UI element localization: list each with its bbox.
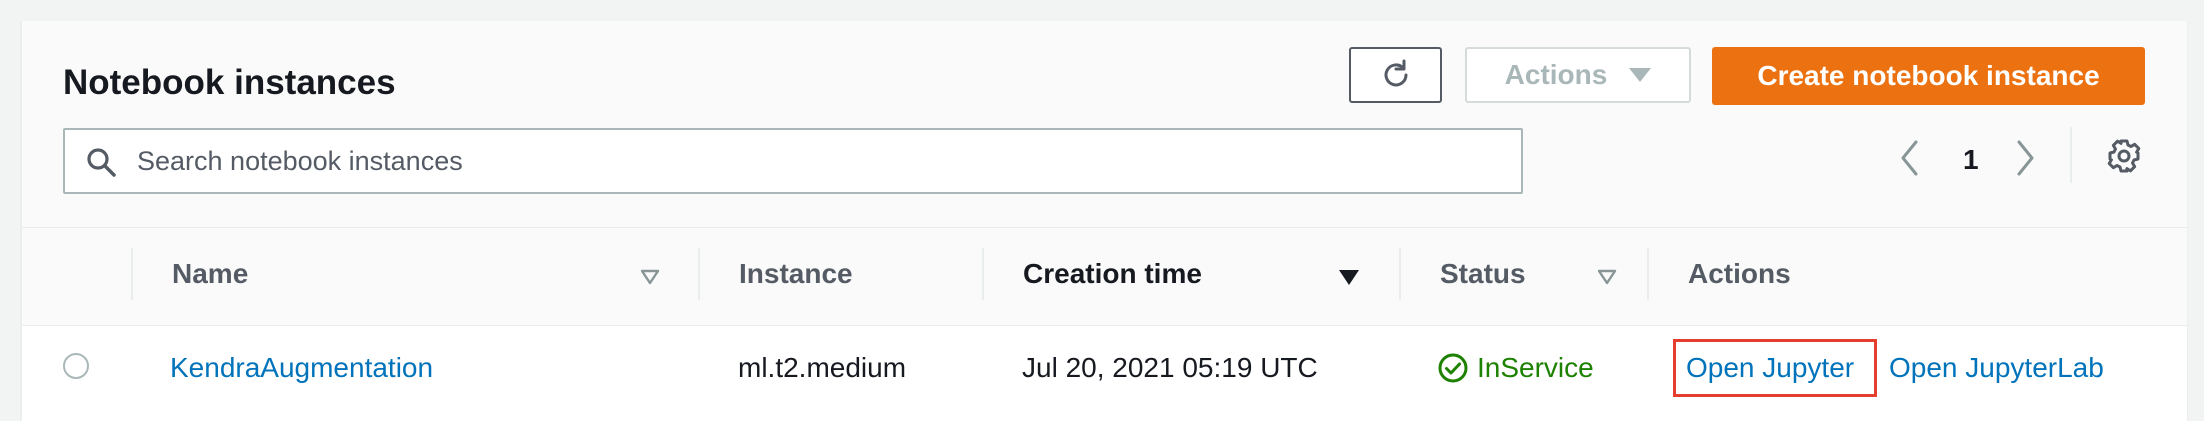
sort-outline-icon[interactable] (640, 269, 660, 285)
highlight-box: Open Jupyter (1673, 339, 1877, 397)
open-jupyter-link[interactable]: Open Jupyter (1676, 342, 1874, 394)
create-notebook-instance-button[interactable]: Create notebook instance (1712, 47, 2145, 105)
refresh-button[interactable] (1349, 47, 1442, 103)
open-jupyterlab-link[interactable]: Open JupyterLab (1889, 326, 2104, 410)
status-badge: InService (1437, 326, 1594, 410)
column-header-instance: Instance (739, 258, 853, 289)
creation-time: Jul 20, 2021 05:19 UTC (1022, 352, 1318, 383)
notebook-instances-panel: Notebook instances Actions Create notebo… (21, 21, 2187, 421)
row-select-radio[interactable] (63, 353, 89, 379)
column-header-actions: Actions (1688, 258, 1791, 289)
page-number[interactable]: 1 (1963, 139, 1979, 181)
column-header-creation-time[interactable]: Creation time (1023, 228, 1202, 320)
notebook-name-link[interactable]: KendraAugmentation (170, 326, 433, 410)
gear-icon[interactable] (2106, 138, 2142, 174)
sort-filled-icon[interactable] (1338, 269, 1360, 286)
table-row[interactable]: KendraAugmentation ml.t2.medium Jul 20, … (22, 326, 2187, 421)
search-input[interactable]: Search notebook instances (63, 128, 1523, 194)
column-separator (131, 248, 133, 300)
column-header-name[interactable]: Name (172, 228, 248, 320)
chevron-left-icon[interactable] (1898, 139, 1920, 177)
caret-down-icon (1629, 68, 1652, 82)
column-header-status[interactable]: Status (1440, 228, 1526, 320)
panel-header: Notebook instances Actions Create notebo… (22, 21, 2187, 228)
sort-outline-icon[interactable] (1597, 269, 1617, 285)
check-circle-icon (1438, 353, 1468, 383)
pager-divider (2070, 127, 2072, 183)
table-header: Name Instance Creation time Status Actio… (22, 228, 2187, 326)
search-icon (87, 148, 116, 177)
instance-type: ml.t2.medium (738, 352, 907, 383)
column-separator (698, 248, 700, 300)
column-separator (1399, 248, 1401, 300)
refresh-icon (1384, 59, 1407, 87)
chevron-right-icon[interactable] (2015, 139, 2037, 177)
search-placeholder: Search notebook instances (137, 146, 463, 176)
status-text: InService (1477, 352, 1594, 383)
actions-dropdown-button[interactable]: Actions (1465, 47, 1691, 103)
column-separator (982, 248, 984, 300)
actions-dropdown-label: Actions (1504, 59, 1608, 90)
page-title: Notebook instances (63, 63, 396, 102)
column-separator (1647, 248, 1649, 300)
